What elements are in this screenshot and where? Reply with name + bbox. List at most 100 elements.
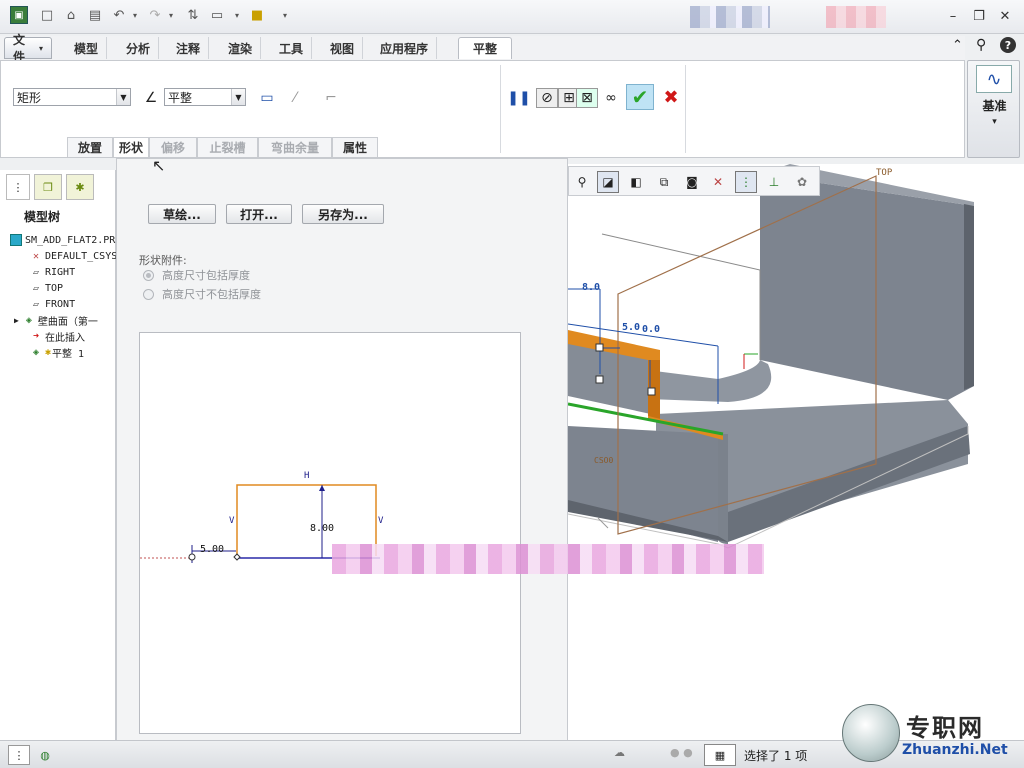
favorites-icon[interactable]: ✱: [66, 174, 94, 200]
tab-render[interactable]: 渲染: [220, 37, 262, 59]
option-label: 高度尺寸不包括厚度: [162, 288, 261, 301]
csys-display-icon[interactable]: ✕: [707, 171, 729, 193]
tree-item-right[interactable]: ▱ RIGHT: [30, 264, 75, 280]
tab-annotate[interactable]: 注释: [168, 37, 210, 59]
dim-offset-label[interactable]: 5.0: [622, 322, 640, 333]
datum-group[interactable]: ∿ 基准 ▾: [967, 60, 1020, 158]
regen-status-icon: ● ●: [670, 746, 693, 759]
drag-handle[interactable]: [647, 387, 656, 396]
display-style-icon[interactable]: ◧: [625, 171, 647, 193]
verify-icon[interactable]: ⊠: [576, 88, 598, 108]
datum-display-icon[interactable]: ⋮: [735, 171, 757, 193]
refit-icon[interactable]: ◪: [597, 171, 619, 193]
close-window-icon[interactable]: ■: [248, 6, 266, 24]
redacted-region: [332, 544, 764, 574]
tree-view-icon[interactable]: ⋮: [6, 174, 30, 200]
sketch-height-dim[interactable]: 8.00: [310, 523, 334, 534]
graphics-viewport[interactable]: 8.0 5.0 0.0 TOP CSO0: [568, 164, 1024, 740]
drag-handle[interactable]: [595, 375, 604, 384]
tree-item-label: RIGHT: [45, 266, 76, 278]
subtab-properties[interactable]: 属性: [332, 137, 378, 157]
tab-tools[interactable]: 工具: [271, 37, 313, 59]
tab-model[interactable]: 模型: [66, 37, 108, 59]
tree-item-label: SM_ADD_FLAT2.PR: [25, 234, 116, 246]
save-icon[interactable]: ▤: [86, 6, 104, 24]
saved-orientations-icon[interactable]: ⧉: [653, 171, 675, 193]
tree-item-label: DEFAULT_CSYS: [45, 250, 118, 262]
subtab-placement[interactable]: 放置: [67, 137, 113, 157]
search-icon[interactable]: ⚲: [976, 37, 986, 53]
minimize-icon[interactable]: –: [944, 8, 962, 24]
minimize-ribbon-icon[interactable]: ⌃: [952, 38, 963, 53]
option-label: 高度尺寸包括厚度: [162, 269, 250, 282]
tree-item-front[interactable]: ▱ FRONT: [30, 296, 75, 312]
window-icon[interactable]: ▭: [208, 6, 226, 24]
title-bar: ▣ □ ⌂ ▤ ↶ ▾ ↷ ▾ ⇅ ▭ ▾ ■ ▾ – ❐ ✕: [0, 0, 1024, 34]
close-icon[interactable]: ✕: [996, 8, 1014, 24]
dim-height-label[interactable]: 8.0: [582, 282, 600, 293]
open-file-icon[interactable]: ⌂: [62, 6, 80, 24]
shape-attach-label: 形状附件:: [139, 254, 187, 267]
wall-feature-icon: ◈: [25, 314, 32, 326]
sketch-preview: H V V 8.00 5.00: [139, 332, 521, 734]
tree-item-csys[interactable]: ✕ DEFAULT_CSYS: [30, 248, 117, 264]
full-screen-icon[interactable]: ☁: [614, 746, 625, 759]
tab-flat[interactable]: 平整: [458, 37, 512, 59]
cancel-x-icon[interactable]: ✖: [660, 87, 682, 108]
help-icon[interactable]: ?: [1000, 37, 1016, 53]
open-button[interactable]: 打开...: [226, 204, 292, 224]
expand-arrow-icon[interactable]: ▶: [14, 316, 19, 325]
tree-item-flat-1[interactable]: ◈ ✱ 平整 1: [30, 344, 84, 360]
subtab-shape[interactable]: 形状: [113, 137, 149, 157]
folder-browser-icon[interactable]: ❐: [34, 174, 62, 200]
tree-item-wall[interactable]: ▶ ◈ 壁曲面（第一: [14, 312, 98, 328]
flip-icon[interactable]: ⁄: [284, 88, 306, 108]
zoom-icon[interactable]: ⚲: [571, 171, 593, 193]
tree-item-label: TOP: [45, 282, 64, 294]
save-as-button[interactable]: 另存为...: [302, 204, 384, 224]
file-menu[interactable]: 文件 ▾: [4, 33, 52, 64]
sketch-offset-dim[interactable]: 5.00: [200, 544, 224, 555]
csys-icon: ✕: [32, 250, 40, 262]
tree-item-top[interactable]: ▱ TOP: [30, 280, 63, 296]
tab-analysis[interactable]: 分析: [118, 37, 160, 59]
regenerate-icon[interactable]: ⇅: [184, 6, 202, 24]
redo-dropdown-icon[interactable]: ▾: [162, 6, 180, 24]
subtab-offset[interactable]: 偏移: [149, 137, 197, 157]
no-preview-icon[interactable]: ⊘: [536, 88, 558, 108]
drag-handle[interactable]: [595, 343, 604, 352]
pause-icon[interactable]: ❚❚: [507, 88, 530, 108]
dim-offset-label-2[interactable]: 0.0: [642, 324, 660, 335]
restore-icon[interactable]: ❐: [970, 8, 988, 24]
axis-display-icon[interactable]: ⊥: [763, 171, 785, 193]
view-manager-icon[interactable]: ◙: [681, 171, 703, 193]
datum-label: 基准: [982, 99, 1007, 113]
option-exclude-thickness[interactable]: 高度尺寸不包括厚度: [143, 286, 261, 302]
tree-item-insert-here[interactable]: ➜ 在此插入: [30, 328, 85, 344]
new-file-icon[interactable]: □: [38, 6, 56, 24]
option-include-thickness[interactable]: 高度尺寸包括厚度: [143, 267, 250, 283]
spin-center-icon[interactable]: ✿: [791, 171, 813, 193]
selection-filter-icon[interactable]: ▦: [704, 744, 736, 766]
watermark-url: Zhuanzhi.Net: [902, 742, 1008, 758]
tree-item-label: 在此插入: [45, 332, 85, 344]
subtab-relief[interactable]: 止裂槽: [197, 137, 258, 157]
angle-icon[interactable]: ∠: [140, 88, 162, 108]
tree-item-part[interactable]: SM_ADD_FLAT2.PR: [10, 232, 115, 248]
active-feature-icon: ✱: [45, 346, 52, 358]
show-browser-icon[interactable]: ◍: [34, 745, 56, 765]
shape-select[interactable]: 矩形 ▼: [13, 88, 131, 106]
thickness-side-icon[interactable]: ▭: [256, 88, 278, 108]
sketch-button[interactable]: 草绘...: [148, 204, 216, 224]
customize-toolbar-icon[interactable]: ▾: [276, 6, 294, 24]
subtab-bend-allowance[interactable]: 弯曲余量: [258, 137, 332, 157]
confirm-check-icon[interactable]: ✔: [626, 84, 654, 110]
tab-view[interactable]: 视图: [322, 37, 364, 59]
show-navigator-icon[interactable]: ⋮: [8, 745, 30, 765]
tab-applications[interactable]: 应用程序: [372, 37, 438, 59]
bend-icon[interactable]: ⌐: [320, 88, 342, 108]
window-dropdown-icon[interactable]: ▾: [228, 6, 246, 24]
type-select[interactable]: 平整 ▼: [164, 88, 246, 106]
undo-dropdown-icon[interactable]: ▾: [126, 6, 144, 24]
glasses-icon[interactable]: ∞: [600, 88, 622, 108]
